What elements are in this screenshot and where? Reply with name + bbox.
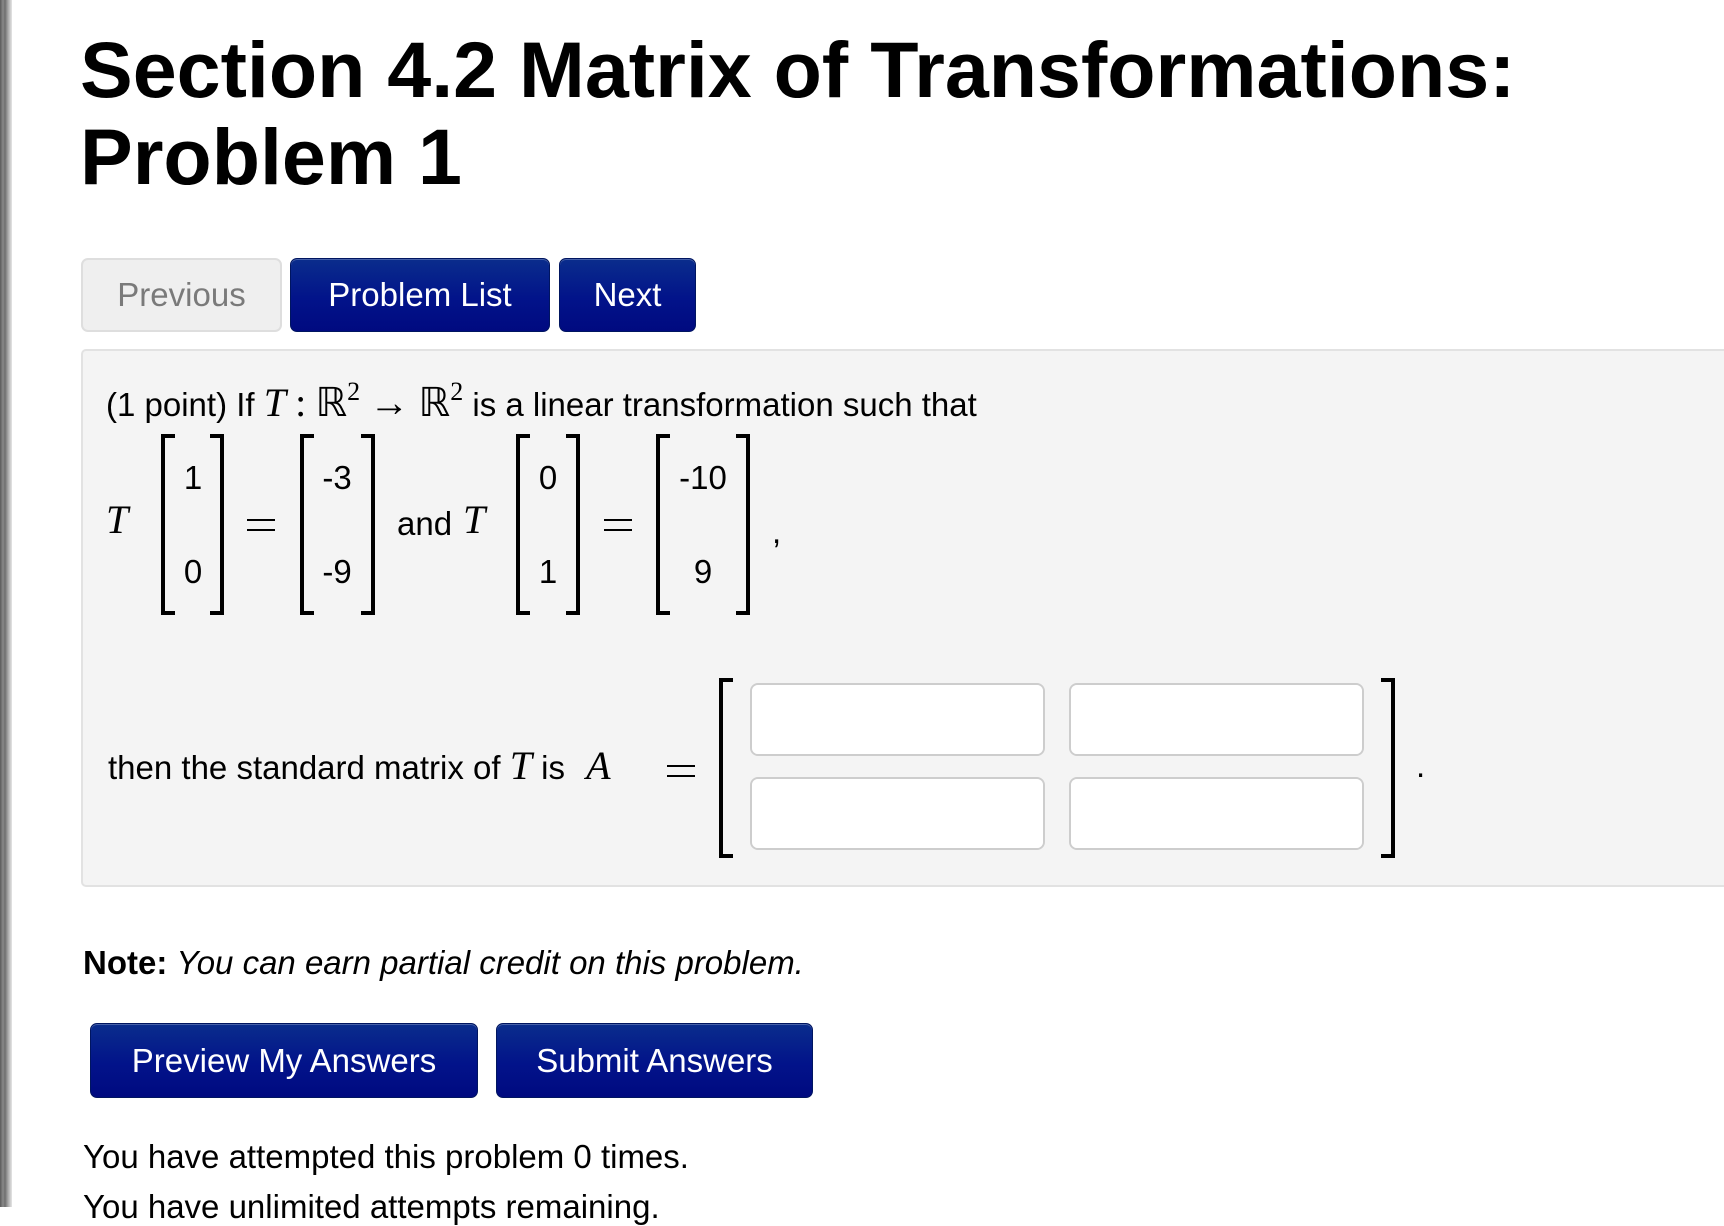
problem-intro-rest: is a linear transformation such that: [472, 386, 977, 423]
submit-answers-button[interactable]: Submit Answers: [496, 1023, 813, 1098]
problem-points: (1 point) If: [106, 386, 255, 423]
answer-matrix-right-bracket: [1381, 678, 1395, 858]
answer-matrix-left-bracket: [719, 678, 733, 858]
page-title: Section 4.2 Matrix of Transformations: P…: [80, 26, 1515, 200]
next-button[interactable]: Next: [559, 258, 696, 332]
comma: ,: [772, 513, 782, 550]
preview-answers-button[interactable]: Preview My Answers: [90, 1023, 478, 1098]
math-colon: :: [295, 380, 307, 425]
equals-sign: [667, 765, 695, 777]
attempts-status: You have attempted this problem 0 times.: [83, 1138, 689, 1175]
answer-cell-r1c2: [1069, 683, 1364, 756]
previous-button[interactable]: Previous: [81, 258, 282, 332]
condition1-input-1: 1: [183, 459, 203, 496]
question-is: is: [541, 749, 565, 786]
equals-sign: [247, 519, 275, 531]
math-arrow: →: [369, 380, 410, 425]
answer-input-r2c1[interactable]: [752, 779, 1043, 848]
submit-answers-label: Submit Answers: [536, 1041, 773, 1079]
window-left-edge: [0, 0, 12, 1207]
answer-input-r1c2[interactable]: [1071, 685, 1362, 754]
period: .: [1416, 747, 1426, 784]
question-prefix: then the standard matrix of: [108, 749, 501, 786]
matrix-name: A: [586, 743, 611, 788]
math-domain: ℝ: [315, 380, 348, 425]
math-codomain: ℝ: [418, 380, 451, 425]
question-T: T: [509, 743, 532, 788]
condition2-input-1: 0: [538, 459, 558, 496]
condition1-output-2: -9: [322, 553, 352, 590]
remaining-attempts-status: You have unlimited attempts remaining.: [83, 1188, 660, 1225]
condition2-output-2: 9: [693, 553, 713, 590]
math-codomain-exp: 2: [450, 377, 464, 406]
answer-cell-r1c1: [750, 683, 1045, 756]
page-title-line1: Section 4.2 Matrix of Transformations:: [80, 25, 1516, 114]
equals-sign: [604, 519, 632, 531]
previous-button-label: Previous: [117, 276, 246, 313]
answer-cell-r2c1: [750, 777, 1045, 850]
problem-list-button-label: Problem List: [328, 276, 512, 313]
problem-intro: (1 point) If T : ℝ2 → ℝ2 is a linear tra…: [106, 377, 977, 428]
condition2-T: T: [463, 497, 486, 542]
preview-answers-label: Preview My Answers: [131, 1041, 437, 1079]
math-T: T: [263, 380, 286, 425]
page-title-line2: Problem 1: [80, 112, 462, 201]
answer-input-r2c2[interactable]: [1071, 779, 1362, 848]
answer-input-r1c1[interactable]: [752, 685, 1043, 754]
next-button-label: Next: [593, 276, 662, 313]
question-text: then the standard matrix of T is A: [108, 746, 611, 788]
note-label: Note:: [83, 944, 168, 981]
note-text: You can earn partial credit on this prob…: [176, 944, 804, 981]
condition2-input-2: 1: [538, 553, 558, 590]
condition1-T: T: [106, 497, 129, 542]
answer-cell-r2c2: [1069, 777, 1364, 850]
math-domain-exp: 2: [347, 377, 361, 406]
condition1-input-2: 0: [183, 553, 203, 590]
partial-credit-note: Note: You can earn partial credit on thi…: [83, 944, 804, 982]
problem-list-button[interactable]: Problem List: [290, 258, 550, 332]
condition1-output-1: -3: [322, 459, 352, 496]
condition2-output-1: -10: [679, 459, 727, 496]
and-text: and: [397, 505, 453, 542]
